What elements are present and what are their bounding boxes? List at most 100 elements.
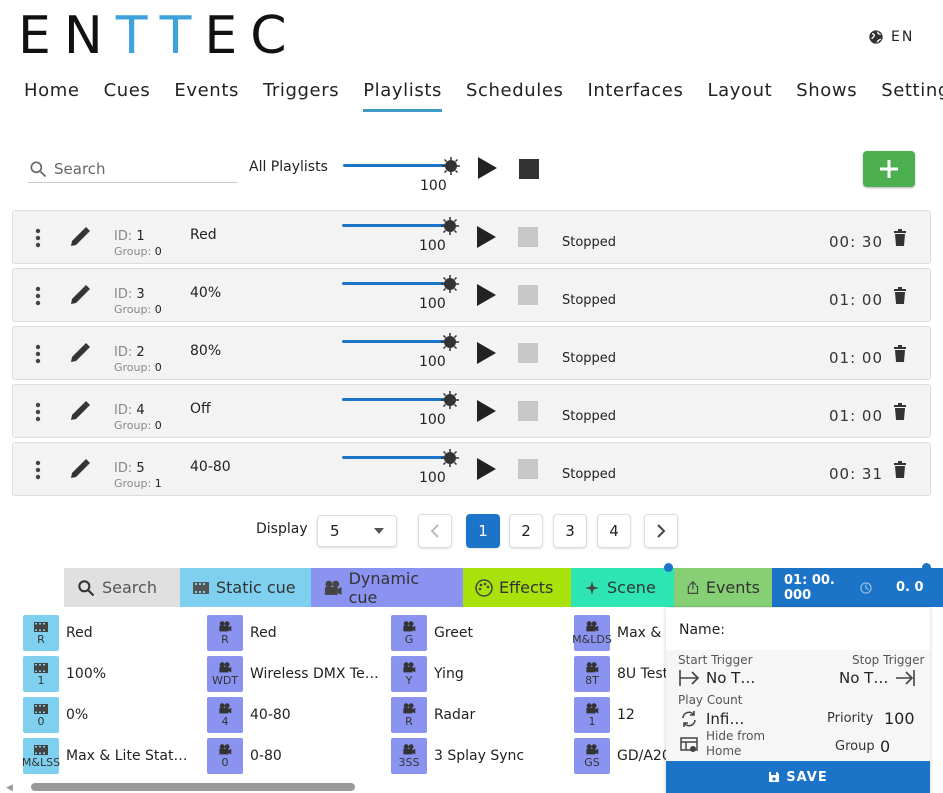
next-page-button[interactable] bbox=[644, 514, 678, 548]
tab-static-label: Static cue bbox=[216, 578, 296, 597]
cue-code: M&LDS bbox=[572, 633, 612, 646]
level-slider[interactable] bbox=[342, 282, 450, 285]
cue-item[interactable]: R Radar bbox=[391, 697, 475, 733]
play-button[interactable] bbox=[477, 226, 496, 248]
more-vert-icon[interactable] bbox=[35, 344, 41, 364]
delete-icon[interactable] bbox=[893, 229, 907, 246]
cue-chip: R bbox=[207, 615, 243, 651]
play-all-button[interactable] bbox=[478, 157, 497, 179]
delete-icon[interactable] bbox=[893, 345, 907, 362]
play-button[interactable] bbox=[477, 458, 496, 480]
time-readout[interactable]: 01: 00. 000 bbox=[772, 568, 884, 607]
priority-value[interactable]: 100 bbox=[884, 709, 915, 728]
cue-item[interactable]: M&LDS Max & L bbox=[572, 615, 674, 651]
tab-static-cue[interactable]: Static cue bbox=[180, 568, 311, 607]
nav-settings[interactable]: Settings bbox=[881, 80, 943, 112]
resize-handle[interactable] bbox=[664, 563, 673, 572]
add-playlist-button[interactable] bbox=[863, 151, 915, 187]
enttec-logo: ENTTEC bbox=[18, 6, 300, 66]
cue-item[interactable]: 8T 8U Test bbox=[574, 656, 668, 692]
tab-dynamic-cue[interactable]: Dynamic cue bbox=[311, 568, 463, 607]
nav-home[interactable]: Home bbox=[24, 80, 80, 112]
nav-shows[interactable]: Shows bbox=[796, 80, 857, 112]
level-slider[interactable] bbox=[342, 398, 450, 401]
edit-icon[interactable] bbox=[69, 284, 91, 306]
per-page-select[interactable]: 5 bbox=[317, 515, 397, 547]
tab-effects[interactable]: Effects bbox=[463, 568, 571, 607]
stop-button[interactable] bbox=[518, 459, 538, 479]
stop-button[interactable] bbox=[518, 401, 538, 421]
display-label: Display bbox=[256, 521, 308, 537]
page-4-button[interactable]: 4 bbox=[597, 514, 631, 548]
cue-item[interactable]: 1 12 bbox=[574, 697, 635, 733]
cue-item[interactable]: 3SS 3 Splay Sync bbox=[391, 738, 524, 774]
resize-handle-right[interactable] bbox=[922, 563, 931, 572]
language-selector[interactable]: EN bbox=[868, 29, 914, 45]
scroll-left-arrow[interactable]: ◀ bbox=[6, 783, 13, 793]
edit-icon[interactable] bbox=[69, 458, 91, 480]
stop-all-button[interactable] bbox=[519, 159, 539, 179]
tab-events[interactable]: Events bbox=[674, 568, 772, 607]
playlist-row[interactable]: ID: 4 Group: 0 Off 100 Stopped 01: 00 bbox=[12, 384, 931, 438]
edit-icon[interactable] bbox=[69, 226, 91, 248]
level-slider[interactable] bbox=[342, 224, 450, 227]
horizontal-scrollbar[interactable] bbox=[31, 783, 355, 791]
play-button[interactable] bbox=[477, 400, 496, 422]
stop-trigger-select[interactable]: No T… bbox=[839, 669, 916, 687]
cue-name: 8U Test bbox=[617, 666, 669, 682]
tab-search[interactable]: Search bbox=[64, 568, 180, 607]
delete-icon[interactable] bbox=[893, 403, 907, 420]
delete-icon[interactable] bbox=[893, 287, 907, 304]
play-count-select[interactable]: Infi… bbox=[680, 710, 744, 728]
cue-item[interactable]: WDT Wireless DMX Te… bbox=[207, 656, 379, 692]
nav-schedules[interactable]: Schedules bbox=[466, 80, 564, 112]
cue-item[interactable]: GS GD/A20 bbox=[574, 738, 671, 774]
level-slider[interactable] bbox=[342, 340, 450, 343]
stop-button[interactable] bbox=[518, 285, 538, 305]
page-2-button[interactable]: 2 bbox=[509, 514, 543, 548]
level-slider[interactable] bbox=[342, 456, 450, 459]
cue-item[interactable]: R Red bbox=[23, 615, 93, 651]
start-trigger-select[interactable]: No T… bbox=[678, 669, 755, 687]
cue-item[interactable]: 4 40-80 bbox=[207, 697, 291, 733]
cue-item[interactable]: 0 0-80 bbox=[207, 738, 282, 774]
prev-page-button[interactable] bbox=[418, 514, 452, 548]
more-vert-icon[interactable] bbox=[35, 286, 41, 306]
play-button[interactable] bbox=[477, 284, 496, 306]
cue-item[interactable]: M&LSS Max & Lite Stat… bbox=[22, 738, 187, 774]
more-vert-icon[interactable] bbox=[35, 228, 41, 248]
nav-cues[interactable]: Cues bbox=[104, 80, 151, 112]
page-1-button[interactable]: 1 bbox=[466, 514, 500, 548]
all-playlists-slider[interactable] bbox=[343, 164, 451, 167]
playlist-row[interactable]: ID: 5 Group: 1 40-80 100 Stopped 00: 31 bbox=[12, 442, 931, 496]
nav-events[interactable]: Events bbox=[174, 80, 239, 112]
fade-readout[interactable]: 0. 0 bbox=[884, 568, 943, 607]
edit-icon[interactable] bbox=[69, 342, 91, 364]
hide-icon[interactable] bbox=[680, 737, 698, 753]
stop-button[interactable] bbox=[518, 227, 538, 247]
nav-layout[interactable]: Layout bbox=[707, 80, 772, 112]
nav-triggers[interactable]: Triggers bbox=[263, 80, 339, 112]
stop-button[interactable] bbox=[518, 343, 538, 363]
playlist-row[interactable]: ID: 1 Group: 0 Red 100 Stopped 00: 30 bbox=[12, 210, 931, 264]
nav-interfaces[interactable]: Interfaces bbox=[587, 80, 683, 112]
edit-icon[interactable] bbox=[69, 400, 91, 422]
search-input[interactable]: Search bbox=[28, 156, 238, 183]
cue-item[interactable]: 0 0% bbox=[23, 697, 88, 733]
nav-playlists[interactable]: Playlists bbox=[363, 80, 442, 112]
save-button[interactable]: SAVE bbox=[666, 761, 930, 793]
page-3-button[interactable]: 3 bbox=[553, 514, 587, 548]
tab-scene[interactable]: Scene bbox=[571, 568, 674, 607]
playlist-row[interactable]: ID: 2 Group: 0 80% 100 Stopped 01: 00 bbox=[12, 326, 931, 380]
more-vert-icon[interactable] bbox=[35, 460, 41, 480]
play-button[interactable] bbox=[477, 342, 496, 364]
delete-icon[interactable] bbox=[893, 461, 907, 478]
more-vert-icon[interactable] bbox=[35, 402, 41, 422]
group-value[interactable]: 0 bbox=[880, 737, 890, 756]
cue-item[interactable]: G Greet bbox=[391, 615, 473, 651]
playlist-row[interactable]: ID: 3 Group: 0 40% 100 Stopped 01: 00 bbox=[12, 268, 931, 322]
cue-item[interactable]: 1 100% bbox=[23, 656, 106, 692]
cue-code: 0 bbox=[37, 714, 45, 728]
cue-item[interactable]: R Red bbox=[207, 615, 277, 651]
cue-item[interactable]: Y Ying bbox=[391, 656, 464, 692]
